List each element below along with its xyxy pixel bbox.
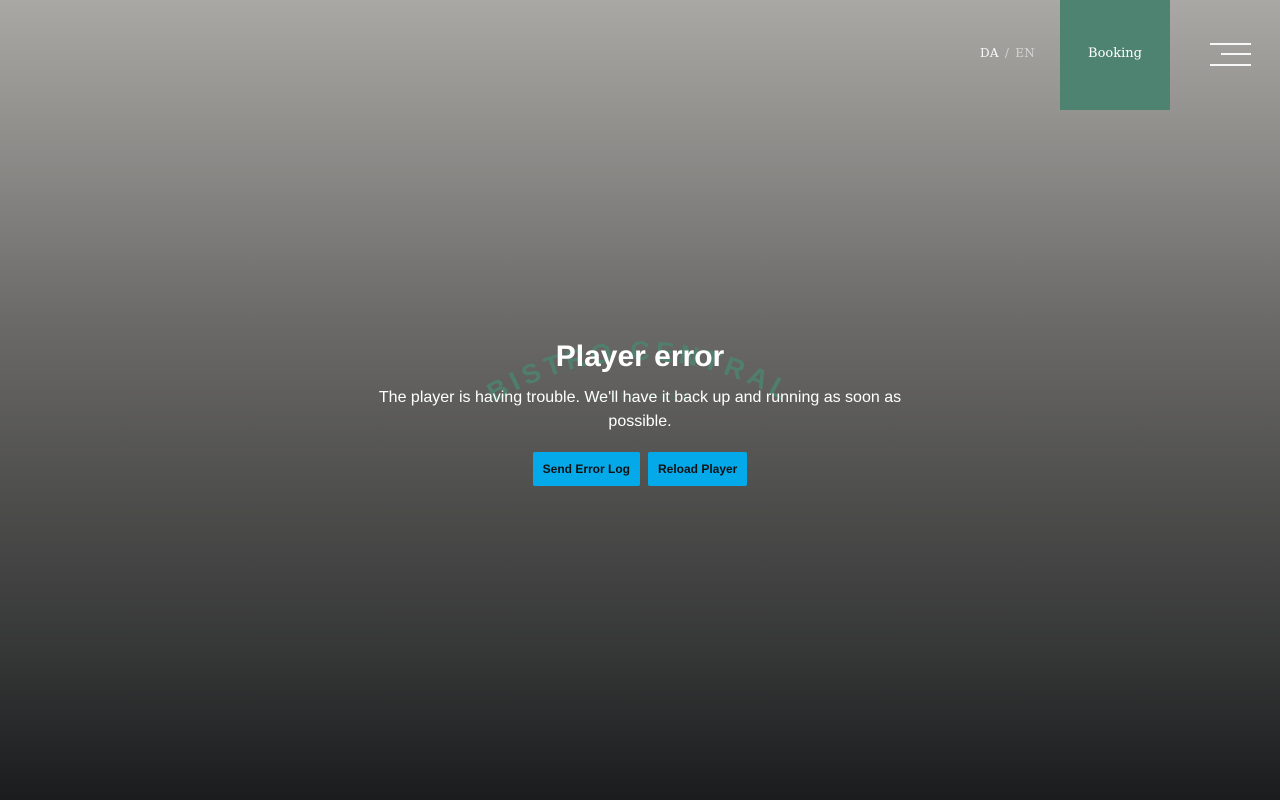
player-error-panel: Player error The player is having troubl… [360, 338, 920, 486]
player-error-title: Player error [555, 340, 725, 373]
menu-line-bottom [1210, 64, 1251, 66]
player-error-actions: Send Error Log Reload Player [360, 452, 920, 486]
booking-button[interactable]: Booking [1060, 0, 1170, 110]
menu-line-top [1210, 43, 1251, 45]
language-separator: / [1004, 46, 1010, 60]
send-error-log-button[interactable]: Send Error Log [532, 452, 640, 486]
hamburger-menu-icon[interactable] [1209, 42, 1251, 68]
player-error-message: The player is having trouble. We'll have… [378, 389, 902, 430]
booking-label: Booking [1088, 45, 1142, 61]
language-da[interactable]: DA [980, 46, 999, 60]
language-en[interactable]: EN [1015, 46, 1035, 60]
language-switcher: DA / EN [980, 46, 1035, 60]
reload-player-button[interactable]: Reload Player [647, 452, 748, 486]
menu-line-middle [1221, 53, 1251, 55]
